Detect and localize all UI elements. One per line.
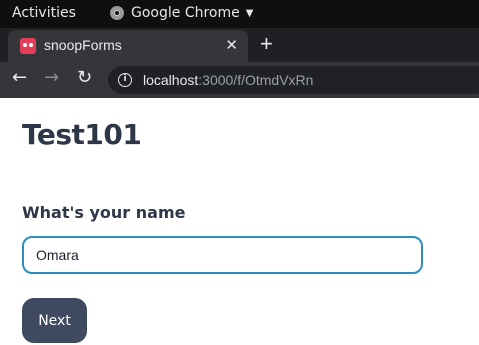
site-info-icon[interactable]: i — [118, 73, 132, 87]
browser-toolbar: ← → ↻ i localhost:3000/f/OtmdVxRn — [0, 62, 479, 98]
activities-button[interactable]: Activities — [12, 5, 76, 21]
new-tab-button[interactable]: + — [260, 31, 273, 57]
question-label: What's your name — [22, 203, 186, 222]
form-title: Test101 — [22, 118, 142, 151]
chrome-icon — [110, 6, 124, 20]
tab-strip: snoopForms ✕ + — [0, 28, 479, 62]
form-page: Test101 What's your name Next — [0, 98, 479, 345]
url-host: localhost — [143, 72, 199, 88]
url-text: localhost:3000/f/OtmdVxRn — [143, 72, 313, 88]
app-menu-label: Google Chrome — [131, 5, 240, 21]
name-input[interactable] — [22, 236, 423, 274]
forward-arrow-icon[interactable]: → — [44, 67, 59, 88]
back-arrow-icon[interactable]: ← — [12, 67, 27, 88]
url-path: :3000/f/OtmdVxRn — [198, 72, 314, 88]
app-menu[interactable]: Google Chrome ▼ — [110, 5, 253, 21]
snoopforms-favicon-icon — [20, 38, 36, 54]
reload-icon[interactable]: ↻ — [77, 67, 92, 88]
address-bar[interactable]: i localhost:3000/f/OtmdVxRn — [108, 66, 479, 94]
close-icon[interactable]: ✕ — [225, 36, 238, 54]
gnome-top-bar: Activities Google Chrome ▼ — [0, 0, 479, 28]
tab-snoopforms[interactable]: snoopForms ✕ — [8, 30, 248, 62]
next-button[interactable]: Next — [22, 298, 87, 343]
tab-title: snoopForms — [44, 37, 122, 53]
caret-down-icon: ▼ — [245, 7, 254, 19]
